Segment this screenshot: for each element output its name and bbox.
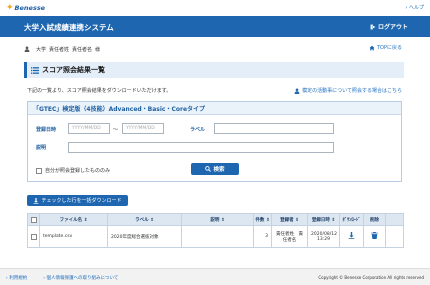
user-name: 責任者名 — [72, 46, 93, 53]
cell-count: 3 — [253, 225, 272, 248]
header-registrant[interactable]: 登録者 ⇕ — [271, 213, 308, 226]
copyright-text: Copyright © Benesse Corporation All righ… — [318, 275, 424, 280]
description-field-label: 説明 — [36, 145, 47, 151]
bulk-download-label: チェックした行を一括ダウンロード — [41, 198, 122, 204]
app-header: 大学入試成績連携システム ログアウト — [0, 16, 430, 37]
cell-delete — [363, 225, 386, 248]
footer-link-terms[interactable]: › 利用規約 — [6, 275, 35, 281]
date-from-input[interactable]: YYYY/MM/DD — [68, 123, 110, 134]
user-dept: 責任者姓 — [49, 46, 70, 53]
registrant-line2: 任者名 — [282, 237, 297, 243]
help-arrow-icon: › — [405, 5, 408, 11]
cell-registered-date: 2020/08/12 13:29 — [307, 225, 340, 248]
header-description[interactable]: 説明 ⇕ — [181, 213, 254, 226]
date-label: 登録日時 — [36, 127, 57, 133]
header-delete: 削除 — [363, 213, 386, 226]
own-only-label: 自分が照会登録したもののみ — [45, 168, 111, 174]
download-icon — [34, 197, 39, 204]
date-line1: 2020/08/12 — [311, 231, 337, 237]
search-panel: 「GTEC」検定版（4技能）Advanced・Basic・Coreタイプ 登録日… — [27, 101, 402, 182]
search-button[interactable]: 検索 — [191, 163, 239, 175]
cell-registrant: 責任者姓 責 任者名 — [271, 225, 308, 248]
person-icon — [294, 87, 300, 94]
footer-links: › 利用規約 › 個人情報保護への取り組みについて — [6, 275, 134, 281]
top-link[interactable]: TOPに戻る — [369, 44, 402, 51]
description-input[interactable] — [68, 142, 334, 153]
search-panel-header: 「GTEC」検定版（4技能）Advanced・Basic・Coreタイプ — [28, 102, 401, 115]
top-link-label: TOPに戻る — [376, 45, 402, 51]
bulk-download-button[interactable]: チェックした行を一括ダウンロード — [27, 195, 128, 206]
registrant-line1: 責任者姓 責 — [276, 231, 303, 237]
header-filename[interactable]: ファイル名 ⇕ — [39, 213, 108, 226]
user-university: 大学 — [36, 46, 47, 53]
trash-icon[interactable] — [371, 232, 378, 239]
header-registered-date[interactable]: 登録日時 ⇕ — [307, 213, 340, 226]
row-scroll-cell — [385, 225, 404, 248]
logo-mark: ✦ — [6, 3, 14, 13]
header-scroll — [385, 213, 404, 226]
search-icon — [205, 166, 212, 172]
logout-icon — [370, 24, 376, 29]
row-download-icon[interactable] — [348, 232, 355, 239]
section-heading: スコア照会結果一覧 — [24, 62, 404, 78]
description-text: 下記の一覧より、スコア照会結果をダウンロードいただけます。 — [27, 88, 172, 94]
row-checkbox[interactable] — [31, 233, 37, 240]
help-label: ヘルプ — [408, 5, 424, 11]
cell-label: 2020年度総合選抜対象 — [107, 225, 182, 248]
date-to-input[interactable]: YYYY/MM/DD — [122, 123, 164, 134]
list-icon — [31, 66, 39, 74]
label-input[interactable] — [214, 123, 334, 134]
footer-link-privacy[interactable]: › 個人情報保護への取り組みについて — [43, 275, 126, 281]
system-title: 大学入試成績連携システム — [24, 23, 114, 32]
label-field-label: ラベル — [190, 127, 206, 133]
user-icon — [24, 46, 30, 52]
top-bar: ✦ Benesse › ヘルプ — [0, 0, 430, 16]
select-all-checkbox[interactable] — [30, 216, 37, 223]
logout-button[interactable]: ログアウト — [370, 22, 408, 31]
home-icon — [369, 45, 375, 50]
help-link[interactable]: › ヘルプ — [405, 4, 424, 11]
header-download: ﾀﾞｳﾝﾛｰﾄﾞ — [339, 213, 364, 226]
own-only-filter[interactable]: 自分が照会登録したもののみ — [36, 167, 110, 174]
cell-description — [181, 225, 254, 248]
logo-text: Benesse — [14, 4, 46, 12]
user-bar: 大学 責任者姓 責任者名 様 — [24, 43, 404, 55]
header-count[interactable]: 件数 ⇕ — [253, 213, 272, 226]
benesse-logo[interactable]: ✦ Benesse — [6, 3, 45, 13]
footer: › 利用規約 › 個人情報保護への取り組みについて Copyright © Be… — [0, 268, 430, 285]
user-suffix: 様 — [95, 46, 101, 53]
date-line2: 13:29 — [317, 236, 330, 242]
cell-filename: template.csv — [39, 225, 108, 248]
inquiry-link-label: 模定の活動事について照会する場合はこちら — [302, 88, 402, 94]
table-row: template.csv 2020年度総合選抜対象 3 責任者姓 責 任者名 2… — [27, 225, 404, 248]
search-button-label: 検索 — [213, 167, 225, 173]
inquiry-link[interactable]: 模定の活動事について照会する場合はこちら — [294, 87, 402, 94]
search-panel-title: 「GTEC」検定版（4技能）Advanced・Basic・Coreタイプ — [33, 105, 206, 113]
results-table: ファイル名 ⇕ ラベル ⇕ 説明 ⇕ 件数 ⇕ 登録者 ⇕ 登録日時 ⇕ ﾀﾞｳ… — [27, 213, 404, 248]
own-only-checkbox[interactable] — [36, 167, 42, 174]
header-label[interactable]: ラベル ⇕ — [107, 213, 182, 226]
header-select-all[interactable] — [27, 213, 40, 226]
row-select-cell[interactable] — [27, 225, 40, 248]
table-header-row: ファイル名 ⇕ ラベル ⇕ 説明 ⇕ 件数 ⇕ 登録者 ⇕ 登録日時 ⇕ ﾀﾞｳ… — [27, 213, 404, 226]
page-title: スコア照会結果一覧 — [42, 66, 105, 74]
logout-label: ログアウト — [377, 24, 408, 31]
date-range-tilde: ～ — [113, 127, 119, 133]
cell-download — [339, 225, 364, 248]
